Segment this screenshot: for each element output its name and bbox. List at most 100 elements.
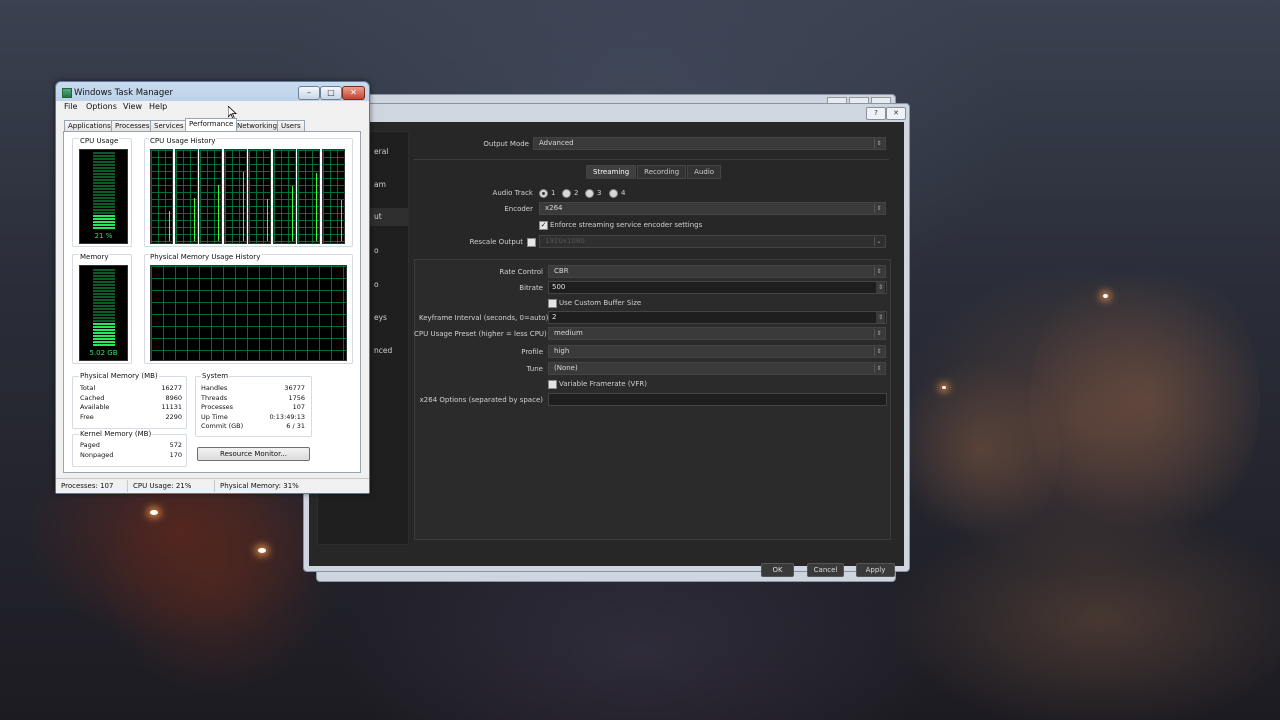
meter-segment — [93, 227, 115, 229]
rescale-output-select[interactable]: 1920x1080 ⌄ — [539, 235, 886, 248]
audio-track-radio-3[interactable] — [585, 189, 594, 198]
tab-performance[interactable]: Performance — [185, 118, 238, 131]
meter-segment — [93, 317, 115, 319]
tab-services[interactable]: Services — [150, 120, 188, 131]
tab-applications[interactable]: Applications — [64, 120, 115, 131]
cpu-preset-label: CPU Usage Preset (higher = less CPU) — [414, 330, 547, 338]
audio-track-radio-2[interactable] — [562, 189, 571, 198]
tab-processes[interactable]: Processes — [111, 120, 154, 131]
rescale-output-value: 1920x1080 — [545, 237, 585, 245]
meter-segment — [93, 215, 115, 217]
apply-button[interactable]: Apply — [856, 563, 895, 577]
help-button[interactable]: ? — [866, 107, 886, 120]
meter-segment — [93, 335, 115, 337]
wallpaper-creature — [1030, 250, 1260, 550]
ok-button[interactable]: OK — [761, 563, 794, 577]
meter-segment — [93, 320, 115, 322]
stat-label: Up Time — [201, 413, 228, 421]
close-button[interactable]: ✕ — [342, 86, 365, 100]
close-button[interactable]: ✕ — [886, 107, 906, 120]
memory-meter: 5.02 GB — [79, 265, 128, 361]
tune-value: (None) — [554, 364, 578, 372]
tab-users[interactable]: Users — [277, 120, 305, 131]
meter-segment — [93, 209, 115, 211]
tab-streaming[interactable]: Streaming — [586, 165, 637, 179]
stat-label: Paged — [80, 441, 100, 449]
bitrate-spinbox[interactable]: 500 ⇕ — [548, 281, 887, 294]
tab-networking[interactable]: Networking — [233, 120, 282, 131]
meter-segment — [93, 332, 115, 334]
profile-select[interactable]: high ⇕ — [548, 345, 886, 358]
rate-control-select[interactable]: CBR ⇕ — [548, 265, 886, 278]
keyframe-interval-spinbox[interactable]: 2 ⇕ — [548, 311, 887, 324]
maximize-button[interactable]: □ — [320, 86, 342, 100]
meter-segment — [93, 176, 115, 178]
x264-options-input[interactable] — [548, 393, 887, 406]
cpu-history-title: CPU Usage History — [149, 137, 217, 145]
meter-segment — [93, 206, 115, 208]
status-cpu: CPU Usage: 21% — [133, 482, 192, 490]
menu-view[interactable]: View — [123, 102, 142, 111]
kernel-memory-title: Kernel Memory (MB) — [79, 430, 153, 438]
meter-segment — [93, 278, 115, 280]
cpu-usage-value: 21 % — [94, 232, 113, 240]
encoder-select[interactable]: x264 ⇕ — [539, 202, 886, 215]
meter-segment — [93, 314, 115, 316]
cpu-core-graph — [150, 149, 173, 244]
stat-label: Commit (GB) — [201, 422, 244, 430]
meter-segment — [93, 329, 115, 331]
menu-options[interactable]: Options — [86, 102, 117, 111]
window-title: Windows Task Manager — [74, 88, 173, 98]
spinner-icon[interactable]: ⇕ — [876, 282, 885, 293]
audio-track-radio-4[interactable] — [609, 189, 618, 198]
sidebar-item-video[interactable]: o — [374, 280, 379, 289]
custom-buffer-checkbox[interactable] — [548, 299, 557, 308]
chevron-updown-icon: ⇕ — [874, 139, 883, 148]
spinner-icon[interactable]: ⇕ — [876, 312, 885, 323]
resource-monitor-button[interactable]: Resource Monitor... — [197, 447, 310, 461]
task-manager-icon — [62, 88, 72, 98]
enforce-settings-checkbox[interactable]: ✓ — [539, 221, 548, 230]
chevron-updown-icon: ⇕ — [874, 204, 883, 213]
cpu-core-graph — [199, 149, 222, 244]
meter-segment — [93, 194, 115, 196]
menu-file[interactable]: File — [64, 102, 77, 111]
sidebar-item-audio[interactable]: o — [374, 246, 379, 255]
sidebar-item-hotkeys[interactable]: eys — [374, 313, 387, 322]
sidebar-item-stream[interactable]: am — [374, 180, 386, 189]
meter-segment — [93, 191, 115, 193]
keyframe-interval-value: 2 — [552, 313, 557, 321]
sidebar-item-advanced[interactable]: nced — [374, 346, 392, 355]
status-separator — [214, 480, 215, 492]
meter-segment — [93, 200, 115, 202]
audio-track-radio-1[interactable] — [539, 189, 548, 198]
audio-track-4-label: 4 — [621, 189, 626, 197]
sidebar-item-general[interactable]: eral — [374, 147, 388, 156]
profile-value: high — [554, 347, 570, 355]
cpu-core-trace — [169, 211, 170, 241]
cpu-preset-value: medium — [554, 329, 583, 337]
memory-history-title: Physical Memory Usage History — [149, 253, 262, 261]
title-bar[interactable]: ? ✕ — [304, 104, 909, 121]
cpu-core-trace — [193, 198, 195, 241]
cancel-button[interactable]: Cancel — [807, 563, 844, 577]
cpu-core-trace — [218, 185, 219, 241]
tab-recording[interactable]: Recording — [637, 165, 687, 179]
output-mode-select[interactable]: Advanced ⇕ — [533, 137, 886, 150]
chevron-updown-icon: ⇕ — [874, 364, 883, 373]
meter-segment — [93, 284, 115, 286]
cpu-preset-select[interactable]: medium ⇕ — [548, 327, 886, 340]
tune-select[interactable]: (None) ⇕ — [548, 362, 886, 375]
meter-segment — [93, 152, 115, 154]
rescale-output-checkbox[interactable] — [527, 238, 536, 247]
chevron-down-icon: ⌄ — [874, 237, 883, 246]
stat-value: 170 — [169, 451, 182, 459]
obs-settings-window[interactable]: ? ✕ eral am ut o o eys nced Output Mode … — [303, 103, 910, 577]
menu-help[interactable]: Help — [149, 102, 167, 111]
tab-audio[interactable]: Audio — [687, 165, 722, 179]
meter-segment — [93, 272, 115, 274]
minimize-button[interactable]: – — [298, 86, 320, 100]
divider — [414, 159, 889, 160]
task-manager-window[interactable]: Windows Task Manager – □ ✕ File Options … — [55, 81, 370, 494]
vfr-checkbox[interactable] — [548, 380, 557, 389]
